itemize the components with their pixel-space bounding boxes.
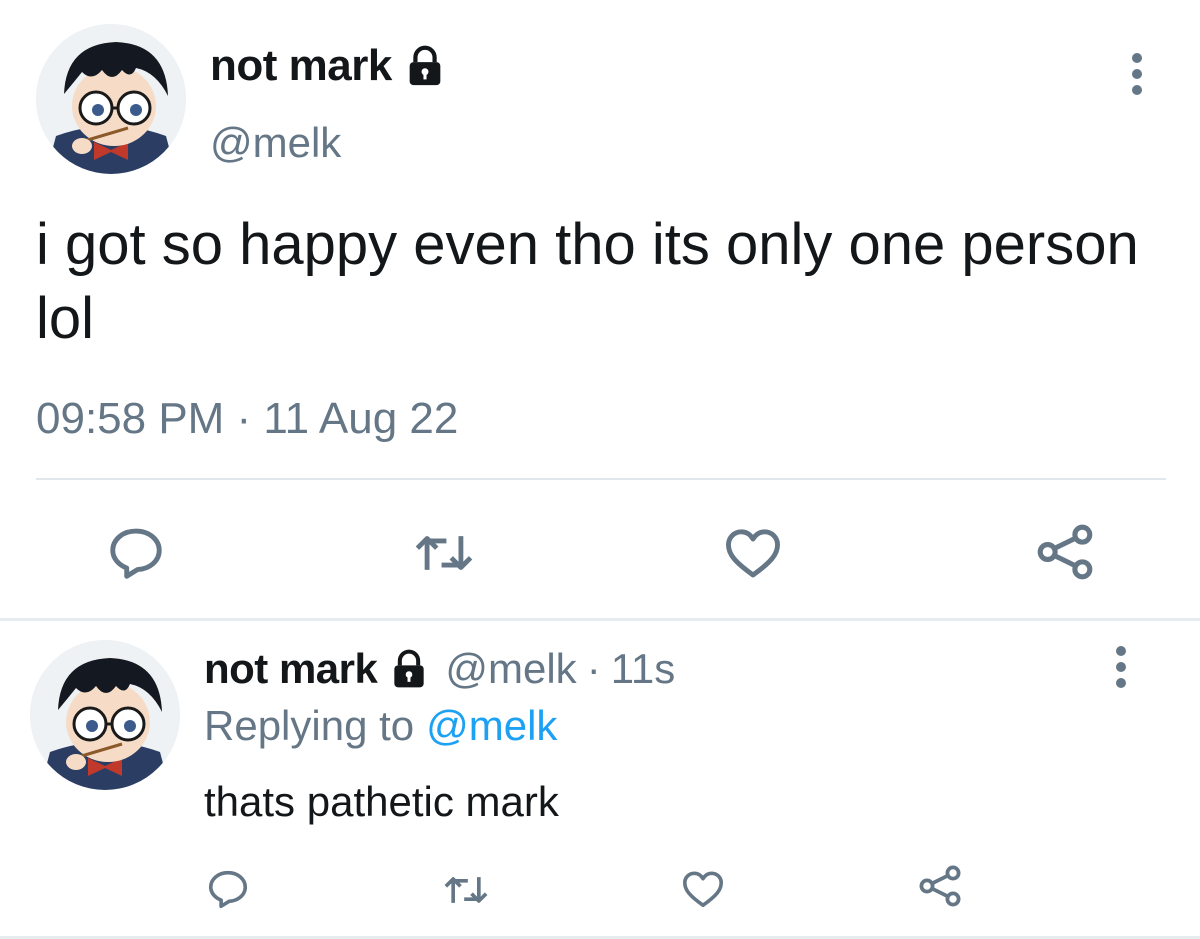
- avatar-image: [30, 640, 180, 790]
- replying-label: Replying to: [204, 702, 415, 749]
- reply-icon: [110, 528, 162, 579]
- tweet-text: i got so happy even tho its only one per…: [36, 212, 1139, 351]
- avatar[interactable]: [36, 24, 186, 174]
- tweet-thread: not mark @melk i got so happy even tho i…: [0, 0, 1200, 939]
- retweet-icon: [444, 877, 488, 903]
- tweet-text: thats pathetic mark: [204, 778, 559, 825]
- display-name[interactable]: not mark: [210, 40, 392, 92]
- avatar-image: [36, 24, 186, 174]
- heart-icon: [682, 871, 724, 908]
- time-ago[interactable]: 11s: [611, 645, 676, 693]
- retweet-button[interactable]: [440, 868, 492, 912]
- replying-to-link[interactable]: @melk: [426, 702, 557, 749]
- handle[interactable]: @melk: [445, 645, 576, 693]
- tweet-timestamp[interactable]: 09:58 PM · 11 Aug 22: [36, 392, 458, 446]
- reply-button[interactable]: [105, 522, 167, 584]
- share-icon: [1037, 524, 1093, 580]
- retweet-button[interactable]: [410, 524, 478, 582]
- reply-button[interactable]: [205, 866, 251, 912]
- like-button[interactable]: [680, 866, 726, 912]
- heart-icon: [726, 529, 780, 578]
- display-name[interactable]: not mark: [204, 645, 378, 693]
- more-vertical-icon[interactable]: [1106, 645, 1136, 689]
- divider: [0, 618, 1200, 621]
- avatar[interactable]: [30, 640, 180, 790]
- reply-icon: [208, 870, 248, 909]
- more-vertical-icon[interactable]: [1122, 52, 1152, 96]
- handle[interactable]: @melk: [210, 118, 341, 168]
- divider: [36, 478, 1166, 480]
- share-icon: [919, 865, 961, 907]
- separator-dot: ·: [586, 645, 601, 692]
- share-button[interactable]: [1033, 520, 1097, 584]
- like-button[interactable]: [722, 522, 784, 584]
- share-button[interactable]: [916, 862, 964, 910]
- lock-icon: [394, 649, 425, 688]
- tweet-author-row: not mark: [210, 40, 448, 92]
- reply-author-row: not mark @melk · 11s: [204, 642, 675, 696]
- replying-to: Replying to @melk: [204, 700, 557, 752]
- lock-icon: [409, 45, 441, 86]
- retweet-icon: [415, 536, 473, 570]
